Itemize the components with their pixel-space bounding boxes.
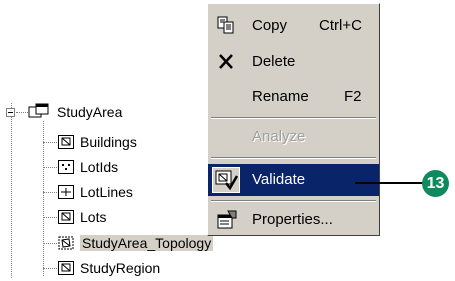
menu-item-label: Analyze: [252, 128, 306, 145]
tree-root-label[interactable]: StudyArea: [57, 103, 122, 121]
tree-line: [43, 217, 57, 218]
collapse-toggle[interactable]: [6, 108, 15, 117]
context-menu: Copy Ctrl+C Delete Rename F2 Analyze Val…: [207, 3, 380, 236]
polygon-feature-class-icon: [58, 134, 74, 150]
tree-line: [16, 112, 28, 113]
menu-item-label: Copy: [252, 17, 288, 34]
tree-item-buildings[interactable]: Buildings: [80, 133, 137, 151]
properties-icon: [216, 210, 238, 230]
menu-item-shortcut: F2: [344, 88, 362, 105]
tree-item-studyarea-topology[interactable]: StudyArea_Topology: [80, 234, 214, 252]
point-feature-class-icon: [58, 159, 74, 175]
menu-item-shortcut: Ctrl+C: [319, 17, 362, 34]
topology-icon: [58, 235, 74, 251]
menu-item-validate[interactable]: Validate: [208, 164, 379, 196]
menu-separator: [211, 200, 376, 202]
menu-item-delete[interactable]: Delete: [208, 46, 379, 78]
tree-line-root: [11, 103, 12, 278]
polygon-feature-class-icon: [58, 209, 74, 225]
menu-item-label: Delete: [252, 53, 296, 70]
menu-item-analyze[interactable]: Analyze: [208, 121, 379, 153]
menu-item-rename[interactable]: Rename F2: [208, 81, 379, 113]
menu-item-label: Properties...: [252, 211, 333, 228]
polygon-feature-class-icon: [58, 260, 74, 276]
tree-item-lotids[interactable]: LotIds: [80, 158, 118, 176]
menu-item-properties[interactable]: Properties...: [208, 204, 379, 236]
menu-item-label: Validate: [252, 171, 306, 188]
tree-line: [43, 167, 57, 168]
dataset-icon: [28, 103, 50, 121]
callout-line: [355, 182, 429, 184]
copy-icon: [216, 16, 238, 36]
tree-line: [43, 142, 57, 143]
tree-item-studyregion[interactable]: StudyRegion: [80, 259, 160, 277]
tree-line: [43, 268, 57, 269]
tree-item-lots[interactable]: Lots: [80, 208, 106, 226]
validate-icon: [212, 167, 240, 193]
menu-separator: [211, 117, 376, 119]
tree-line: [43, 243, 57, 244]
menu-separator: [211, 157, 376, 159]
tree-item-lotlines[interactable]: LotLines: [80, 183, 133, 201]
tree-line: [43, 192, 57, 193]
tree-line-children: [43, 121, 44, 276]
menu-item-label: Rename: [252, 88, 309, 105]
delete-icon: [216, 52, 238, 72]
line-feature-class-icon: [58, 184, 74, 200]
callout-badge: 13: [422, 170, 449, 197]
menu-item-copy[interactable]: Copy Ctrl+C: [208, 10, 379, 42]
